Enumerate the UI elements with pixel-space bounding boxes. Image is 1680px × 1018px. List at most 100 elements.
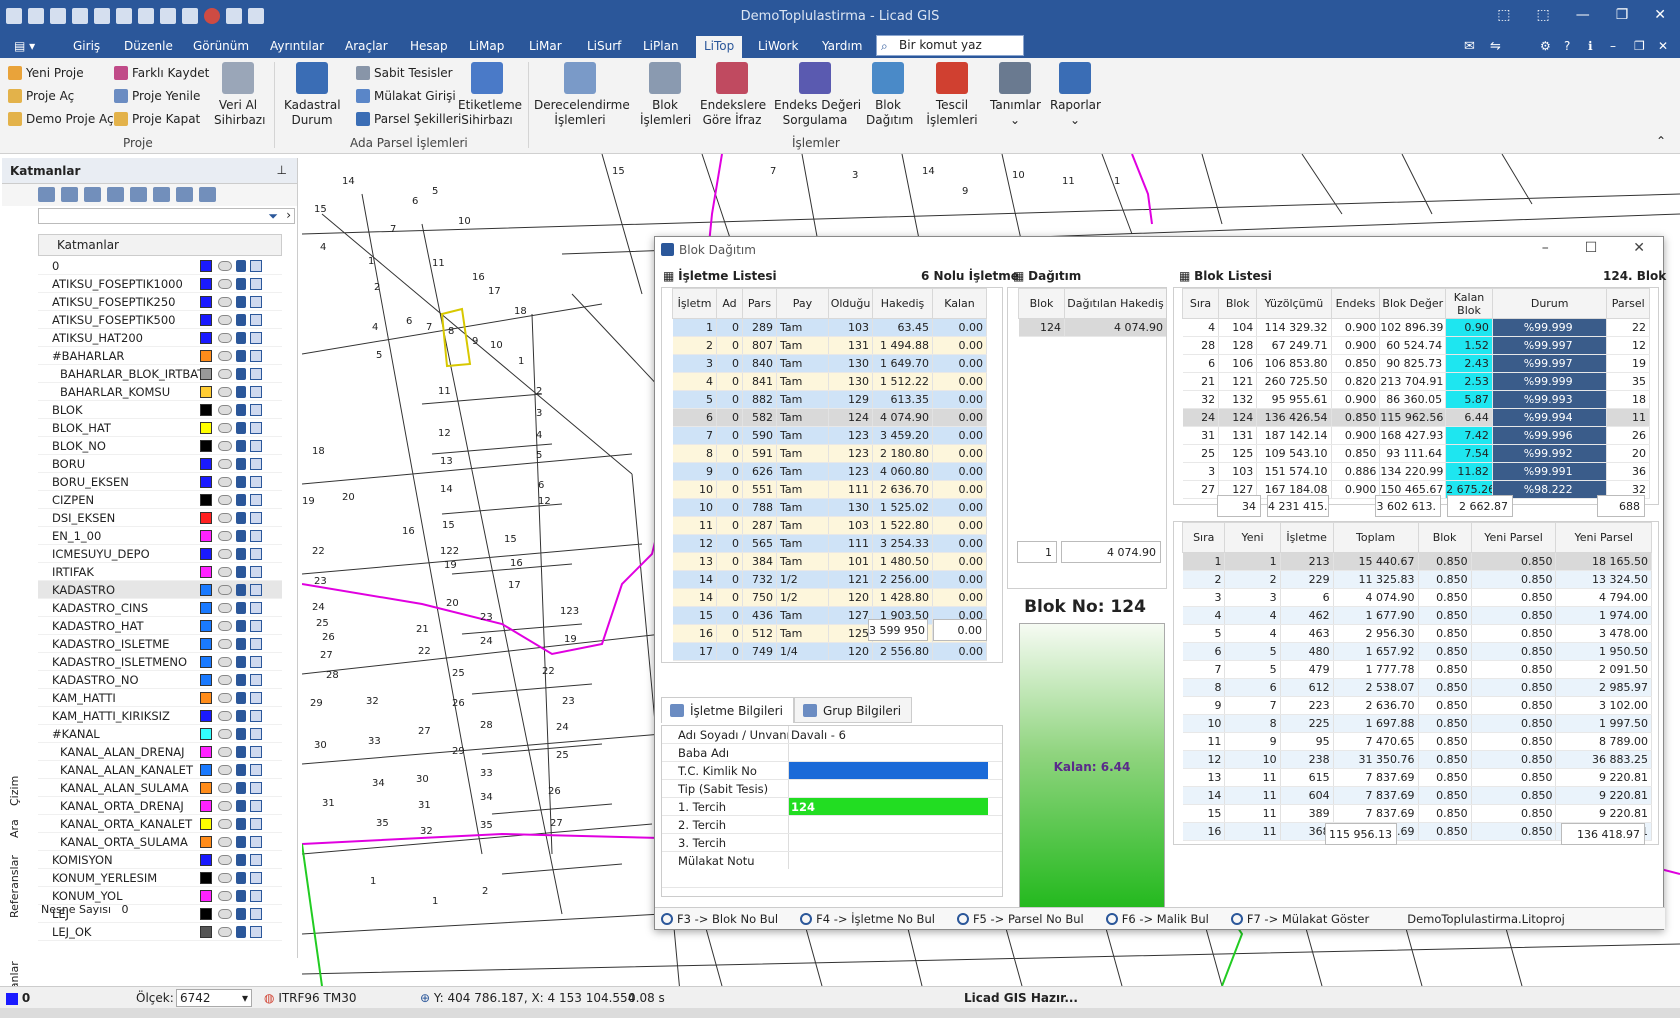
layer-color-swatch[interactable] xyxy=(200,926,212,938)
layer-row[interactable]: KANAL_ORTA_DRENAJ xyxy=(38,797,282,815)
help-window-button[interactable]: ⬚ xyxy=(1497,7,1510,23)
snap-icon[interactable] xyxy=(250,926,262,938)
column-header[interactable]: Hakediş xyxy=(872,288,933,319)
layer-color-swatch[interactable] xyxy=(200,530,212,542)
veri-al-sihirbazi-button[interactable]: Veri Al Sihirbazı xyxy=(214,62,265,128)
visibility-toggle-icon[interactable] xyxy=(218,711,232,721)
lock-icon[interactable] xyxy=(236,512,246,524)
table-row[interactable]: 31 131 187 142.14 0.900 168 427.93 7.42 %99.99… xyxy=(1182,426,1650,445)
layer-color-swatch[interactable] xyxy=(200,818,212,830)
visibility-toggle-icon[interactable] xyxy=(218,549,232,559)
layer-color-swatch[interactable] xyxy=(200,296,212,308)
layer-color-swatch[interactable] xyxy=(200,566,212,578)
layer-color-swatch[interactable] xyxy=(200,278,212,290)
table-row[interactable]: 8 0 591 Tam 123 2 180.80 0.00 xyxy=(672,444,987,463)
layer-color-swatch[interactable] xyxy=(200,440,212,452)
layer-row[interactable]: CIZPEN xyxy=(38,491,282,509)
column-header[interactable]: İşletme xyxy=(1279,522,1334,553)
lock-icon[interactable] xyxy=(236,602,246,614)
table-row[interactable]: 8 6 612 2 538.07 0.850 0.850 2 985.97 xyxy=(1182,678,1652,697)
layer-row[interactable]: 0 xyxy=(38,257,282,275)
table-row[interactable]: 2 0 807 Tam 131 1 494.88 0.00 xyxy=(672,336,987,355)
add-layer-icon[interactable] xyxy=(38,187,55,202)
edit-layer-icon[interactable] xyxy=(84,187,101,202)
form-value-field[interactable]: Davalı - 6 xyxy=(788,726,988,743)
fkey-button[interactable]: F6 -> Malik Bul xyxy=(1100,908,1225,929)
lock-icon[interactable] xyxy=(236,584,246,596)
yeni-proje-button[interactable]: Yeni Proje xyxy=(8,66,84,80)
table-row[interactable]: 32 132 95 955.61 0.900 86 360.05 5.87 %99.993 1… xyxy=(1182,390,1650,409)
snap-icon[interactable] xyxy=(250,566,262,578)
visibility-toggle-icon[interactable] xyxy=(218,387,232,397)
visibility-toggle-icon[interactable] xyxy=(218,513,232,523)
lock-icon[interactable] xyxy=(236,710,246,722)
tab-giris[interactable]: Giriş xyxy=(73,39,100,53)
help-icon[interactable]: ? xyxy=(1564,39,1570,53)
delete-layer-icon[interactable] xyxy=(61,187,78,202)
column-header[interactable]: Blok xyxy=(1218,288,1258,319)
visibility-toggle-icon[interactable] xyxy=(218,405,232,415)
table-row[interactable]: 6 5 480 1 657.92 0.850 0.850 1 950.50 xyxy=(1182,642,1652,661)
lock-icon[interactable] xyxy=(236,494,246,506)
table-row[interactable]: 14 0 732 1/2 121 2 256.00 0.00 xyxy=(672,570,987,589)
visibility-toggle-icon[interactable] xyxy=(218,801,232,811)
kadastral-durum-button[interactable]: Kadastral Durum xyxy=(284,62,341,128)
mail-icon[interactable]: ✉ xyxy=(1464,39,1475,54)
column-header[interactable]: Kalan Blok xyxy=(1445,288,1493,319)
layer-row[interactable]: KANAL_ALAN_DRENAJ xyxy=(38,743,282,761)
layer-row[interactable]: KADASTRO_ISLETME xyxy=(38,635,282,653)
column-header[interactable]: İşletm xyxy=(672,288,717,319)
layer-color-swatch[interactable] xyxy=(200,260,212,272)
lock-icon[interactable] xyxy=(236,350,246,362)
layer-color-swatch[interactable] xyxy=(200,764,212,776)
layer-color-swatch[interactable] xyxy=(200,404,212,416)
table-row[interactable]: 3 103 151 574.10 0.886 134 220.99 11.82 %99.99… xyxy=(1182,462,1650,481)
scale-input[interactable]: 6742 ▾ xyxy=(176,989,252,1007)
layer-row[interactable]: KONUM_YERLESIM xyxy=(38,869,282,887)
layer-color-swatch[interactable] xyxy=(200,548,212,560)
layer-row[interactable]: KANAL_ALAN_SULAMA xyxy=(38,779,282,797)
snap-icon[interactable] xyxy=(250,584,262,596)
layer-row[interactable]: KANAL_ORTA_SULAMA xyxy=(38,833,282,851)
column-header[interactable]: Pars xyxy=(742,288,777,319)
fkey-button[interactable]: F7 -> Mülakat Göster xyxy=(1225,908,1385,929)
table-row[interactable]: 5 4 463 2 956.30 0.850 0.850 3 478.00 xyxy=(1182,624,1652,643)
layer-row[interactable]: ATIKSU_FOSEPTIK500 xyxy=(38,311,282,329)
layer-color-swatch[interactable] xyxy=(200,746,212,758)
table-row[interactable]: 4 4 462 1 677.90 0.850 0.850 1 974.00 xyxy=(1182,606,1652,625)
layer-color-swatch[interactable] xyxy=(200,332,212,344)
layer-color-swatch[interactable] xyxy=(200,692,212,704)
form-value-field[interactable] xyxy=(788,744,988,761)
layer-row[interactable]: KADASTRO_CINS xyxy=(38,599,282,617)
visibility-toggle-icon[interactable] xyxy=(218,333,232,343)
lock-icon[interactable] xyxy=(236,764,246,776)
layer-color-swatch[interactable] xyxy=(200,494,212,506)
layer-color-swatch[interactable] xyxy=(200,854,212,866)
lock-icon[interactable] xyxy=(236,782,246,794)
layer-row[interactable]: ATIKSU_FOSEPTIK1000 xyxy=(38,275,282,293)
table-row[interactable]: 14 0 750 1/2 120 1 428.80 0.00 xyxy=(672,588,987,607)
tab-liwork[interactable]: LiWork xyxy=(758,39,798,53)
layer-color-swatch[interactable] xyxy=(200,512,212,524)
layer-color-swatch[interactable] xyxy=(200,782,212,794)
visibility-toggle-icon[interactable] xyxy=(218,927,232,937)
layer-sort-icon[interactable] xyxy=(153,187,170,202)
tanimlar-button[interactable]: Tanımlar ⌄ xyxy=(990,62,1041,128)
tab-grup-bilgileri[interactable]: Grup Bilgileri xyxy=(793,697,913,723)
snap-icon[interactable] xyxy=(250,782,262,794)
column-header[interactable]: Blok Değer xyxy=(1379,288,1447,319)
table-row[interactable]: 124 4 074.90 xyxy=(1018,318,1166,337)
visibility-toggle-icon[interactable] xyxy=(218,297,232,307)
lock-icon[interactable] xyxy=(236,800,246,812)
table-row[interactable]: 21 121 260 725.50 0.820 213 704.91 2.53 %99.99… xyxy=(1182,372,1650,391)
layer-row[interactable]: KOMISYON xyxy=(38,851,282,869)
fkey-button[interactable]: F3 -> Blok No Bul xyxy=(655,908,794,929)
column-header[interactable]: Kalan xyxy=(932,288,987,319)
column-header[interactable]: Yeni Parsel xyxy=(1470,522,1557,553)
table-row[interactable]: 25 125 109 543.10 0.850 93 111.64 7.54 %99.992… xyxy=(1182,444,1650,463)
lock-icon[interactable] xyxy=(236,872,246,884)
lock-icon[interactable] xyxy=(236,368,246,380)
table-row[interactable]: 28 128 67 249.71 0.900 60 524.74 1.52 %99.997 1… xyxy=(1182,336,1650,355)
proje-ac-button[interactable]: Proje Aç xyxy=(8,89,74,103)
tab-yardim[interactable]: Yardım xyxy=(822,39,862,53)
